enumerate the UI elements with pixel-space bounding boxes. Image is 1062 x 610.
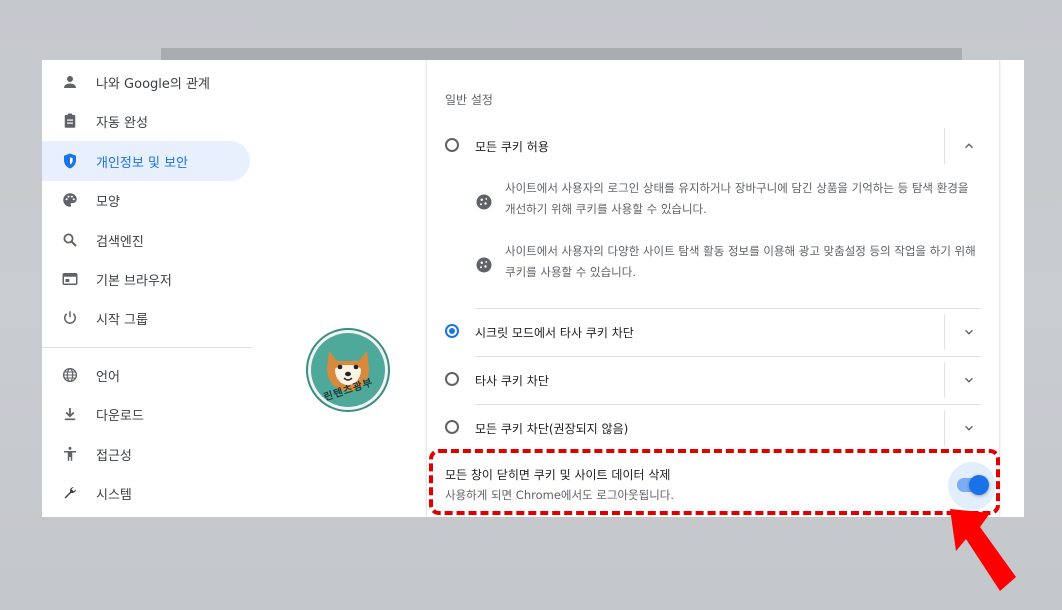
cookie-settings-panel: 일반 설정 모든 쿠키 허용 사이트에서 사용자의 로그인 상태를 유지하거나 … (427, 60, 999, 517)
sidebar-item-privacy[interactable]: 개인정보 및 보안 (42, 141, 250, 181)
sidebar-item-search-engine[interactable]: 검색엔진 (42, 220, 250, 260)
radio-button[interactable] (445, 138, 459, 152)
search-icon (61, 231, 79, 249)
sidebar-item-appearance[interactable]: 모양 (42, 180, 250, 220)
sidebar-item-google-account[interactable]: 나와 Google의 관계 (42, 62, 250, 102)
cookie-icon (476, 257, 492, 273)
clear-on-exit-row[interactable]: 모든 창이 닫히면 쿠키 및 사이트 데이터 삭제 사용하게 되면 Chrome… (427, 454, 999, 514)
radio-button[interactable] (445, 372, 459, 386)
sidebar-item-label: 모양 (96, 194, 120, 210)
detail-line: 쿠키를 사용할 수 있습니다. (505, 265, 637, 279)
expand-separator (944, 362, 945, 398)
radio-block-all-cookies[interactable]: 모든 쿠키 차단(권장되지 않음) (427, 404, 999, 452)
chevron-up-icon (965, 143, 973, 149)
detail-line: 사이트에서 사용자의 로그인 상태를 유지하거나 장바구니에 담긴 상품을 기억… (505, 181, 969, 195)
watermark-badge: 린텐츠광부 (306, 328, 390, 412)
sidebar-item-downloads[interactable]: 다운로드 (42, 394, 250, 434)
sidebar-item-default-browser[interactable]: 기본 브라우저 (42, 259, 250, 299)
sidebar-item-label: 나와 Google의 관계 (96, 76, 210, 92)
cookie-icon (476, 194, 492, 210)
radio-button[interactable] (445, 324, 459, 338)
sidebar-item-languages[interactable]: 언어 (42, 355, 250, 395)
cookie-detail-text: 사이트에서 사용자의 로그인 상태를 유지하거나 장바구니에 담긴 상품을 기억… (505, 178, 985, 220)
clear-on-exit-toggle[interactable] (957, 475, 989, 495)
globe-icon (61, 366, 79, 384)
accessibility-icon (61, 445, 79, 463)
chevron-down-icon (965, 329, 973, 335)
sidebar-item-on-startup[interactable]: 시작 그룹 (42, 298, 250, 338)
expand-separator (944, 314, 945, 350)
radio-button[interactable] (445, 420, 459, 434)
toggle-title: 모든 창이 닫히면 쿠키 및 사이트 데이터 삭제 (445, 468, 671, 482)
red-arrow-icon (950, 509, 1016, 591)
collapse-button[interactable] (959, 136, 979, 156)
detail-line: 개선하기 위해 쿠키를 사용할 수 있습니다. (505, 202, 707, 216)
sidebar-item-system[interactable]: 시스템 (42, 473, 250, 513)
person-icon (61, 73, 79, 91)
badge-inner: 린텐츠광부 (311, 333, 385, 407)
power-icon (61, 309, 79, 327)
radio-block-third-party-incognito[interactable]: 시크릿 모드에서 타사 쿠키 차단 (427, 308, 999, 356)
section-title: 일반 설정 (445, 93, 493, 107)
toggle-knob (969, 475, 989, 495)
browser-icon (61, 270, 79, 288)
wrench-icon (61, 484, 79, 502)
settings-sidebar: 나와 Google의 관계 자동 완성 개인정보 및 보안 모양 검색엔진 기본… (42, 60, 298, 517)
palette-icon (61, 191, 79, 209)
sidebar-item-label: 자동 완성 (96, 115, 148, 131)
download-icon (61, 405, 79, 423)
sidebar-item-label: 검색엔진 (96, 234, 144, 250)
shield-icon (61, 152, 79, 170)
expand-separator (944, 410, 945, 446)
radio-allow-all-cookies[interactable]: 모든 쿠키 허용 (427, 122, 999, 170)
sidebar-item-label: 언어 (96, 369, 120, 385)
sidebar-item-autofill[interactable]: 자동 완성 (42, 101, 250, 141)
expand-separator (944, 128, 945, 164)
sidebar-item-label: 시작 그룹 (96, 312, 148, 328)
expand-button[interactable] (959, 322, 979, 342)
sidebar-item-label: 다운로드 (96, 408, 144, 424)
expand-button[interactable] (959, 370, 979, 390)
clipboard-icon (61, 112, 79, 130)
sidebar-item-accessibility[interactable]: 접근성 (42, 434, 250, 474)
sidebar-item-label: 시스템 (96, 487, 132, 503)
expand-button[interactable] (959, 418, 979, 438)
detail-line: 사이트에서 사용자의 다양한 사이트 탐색 활동 정보를 이용해 광고 맞춤설정… (505, 244, 976, 258)
radio-label: 모든 쿠키 차단(권장되지 않음) (475, 422, 629, 436)
sidebar-divider (42, 347, 252, 348)
settings-window: 나와 Google의 관계 자동 완성 개인정보 및 보안 모양 검색엔진 기본… (42, 60, 1024, 517)
radio-label: 타사 쿠키 차단 (475, 374, 549, 388)
radio-label: 모든 쿠키 허용 (475, 140, 549, 154)
sidebar-item-label: 개인정보 및 보안 (96, 155, 188, 171)
chevron-down-icon (965, 425, 973, 431)
sidebar-item-label: 접근성 (96, 448, 132, 464)
toggle-subtitle: 사용하게 되면 Chrome에서도 로그아웃됩니다. (445, 488, 675, 502)
radio-block-third-party[interactable]: 타사 쿠키 차단 (427, 356, 999, 404)
sidebar-item-label: 기본 브라우저 (96, 273, 172, 289)
chevron-down-icon (965, 377, 973, 383)
radio-label: 시크릿 모드에서 타사 쿠키 차단 (475, 326, 634, 340)
cookie-detail-text: 사이트에서 사용자의 다양한 사이트 탐색 활동 정보를 이용해 광고 맞춤설정… (505, 241, 985, 283)
